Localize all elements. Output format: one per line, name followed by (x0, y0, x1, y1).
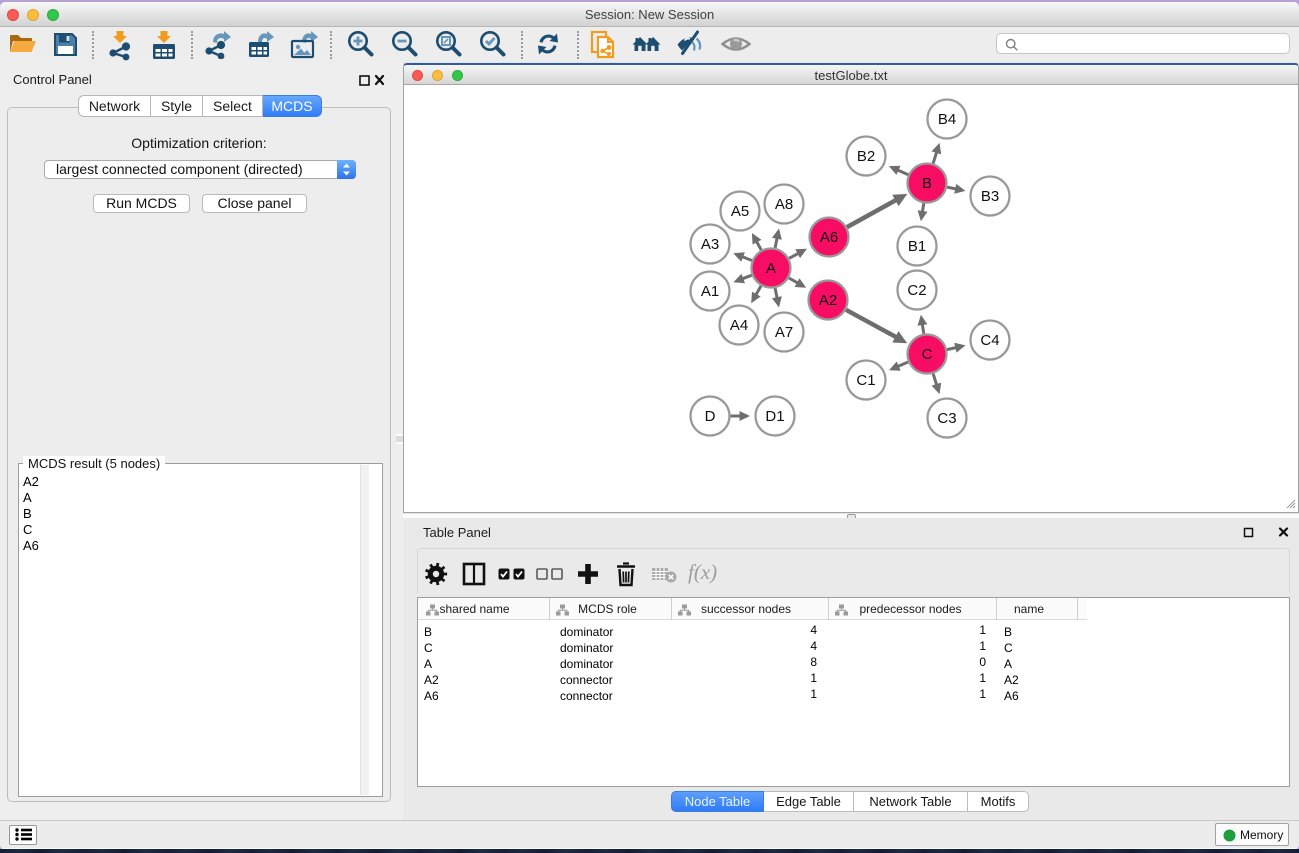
svg-text:A8: A8 (775, 196, 793, 213)
svg-text:C4: C4 (980, 332, 999, 349)
svg-text:C3: C3 (937, 410, 956, 427)
svg-text:B: B (922, 175, 932, 192)
svg-text:A4: A4 (730, 317, 748, 334)
svg-text:C: C (922, 346, 933, 363)
svg-text:B3: B3 (981, 188, 999, 205)
svg-text:A3: A3 (701, 236, 719, 253)
svg-text:A7: A7 (775, 324, 793, 341)
svg-text:A5: A5 (731, 203, 749, 220)
svg-text:A2: A2 (819, 292, 837, 309)
svg-text:A1: A1 (701, 283, 719, 300)
svg-text:D: D (705, 408, 716, 425)
svg-text:D1: D1 (765, 408, 784, 425)
svg-text:B4: B4 (938, 111, 956, 128)
svg-text:C1: C1 (856, 372, 875, 389)
svg-text:A6: A6 (820, 229, 838, 246)
svg-text:C2: C2 (907, 282, 926, 299)
svg-text:B2: B2 (857, 148, 875, 165)
svg-text:B1: B1 (908, 238, 926, 255)
svg-text:A: A (766, 260, 776, 277)
